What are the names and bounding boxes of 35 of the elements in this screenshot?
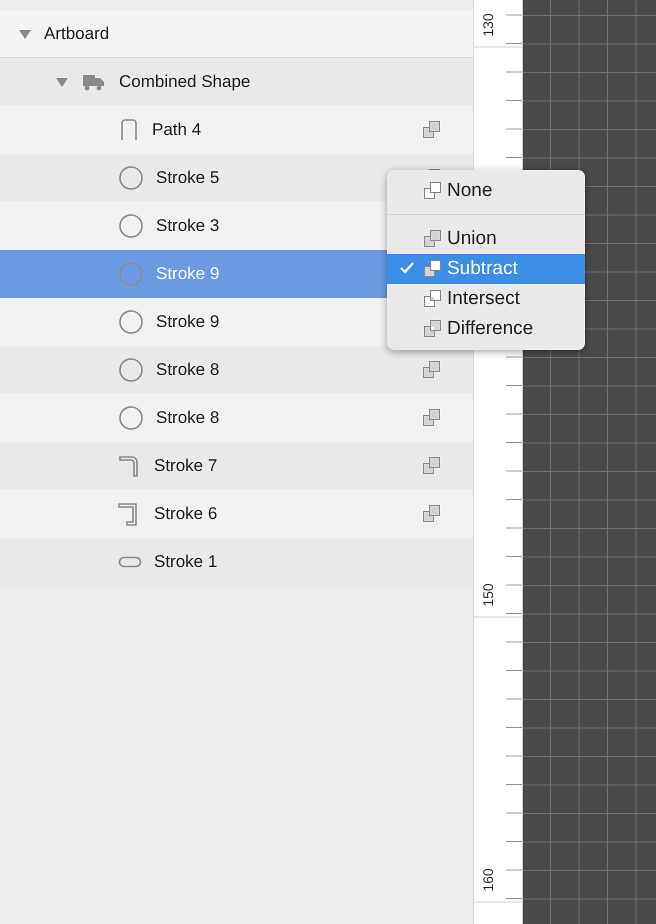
operation-icon	[423, 319, 443, 339]
disclosure-triangle-icon[interactable]	[18, 28, 32, 40]
menu-item[interactable]: Difference	[387, 314, 585, 344]
ruler-label: 150	[480, 583, 496, 607]
oval-icon	[118, 261, 144, 287]
oval-icon	[118, 165, 144, 191]
capsule-icon	[118, 555, 142, 569]
layer-name[interactable]: Stroke 8	[156, 360, 220, 380]
menu-item[interactable]: Intersect	[387, 284, 585, 314]
operation-icon	[423, 229, 443, 249]
oval-icon	[118, 213, 144, 239]
layer-name[interactable]: Artboard	[44, 24, 110, 44]
layer-name[interactable]: Stroke 1	[154, 552, 218, 572]
oval-icon	[118, 309, 144, 335]
checkmark-icon	[399, 260, 415, 274]
path-shape-icon	[118, 118, 140, 142]
ruler-label: 130	[480, 13, 496, 37]
layer-name[interactable]: Stroke 7	[154, 456, 218, 476]
oval-icon	[118, 405, 144, 431]
truck-icon	[81, 72, 107, 92]
layer-name[interactable]: Combined Shape	[119, 72, 250, 92]
menu-item[interactable]: None	[387, 176, 585, 206]
ruler-label: 160	[480, 868, 496, 892]
layer-name[interactable]: Stroke 6	[154, 504, 218, 524]
menu-item[interactable]: Union	[387, 224, 585, 254]
oval-icon	[118, 357, 144, 383]
layer-name[interactable]: Path 4	[152, 120, 202, 140]
layer-name[interactable]: Stroke 3	[156, 216, 220, 236]
layer-name[interactable]: Stroke 5	[156, 168, 220, 188]
operation-icon	[423, 289, 443, 309]
disclosure-triangle-icon[interactable]	[55, 76, 69, 88]
layer-name[interactable]: Stroke 8	[156, 408, 220, 428]
operation-icon	[423, 259, 443, 279]
operation-icon	[423, 181, 443, 201]
layer-name[interactable]: Stroke 9	[156, 312, 220, 332]
